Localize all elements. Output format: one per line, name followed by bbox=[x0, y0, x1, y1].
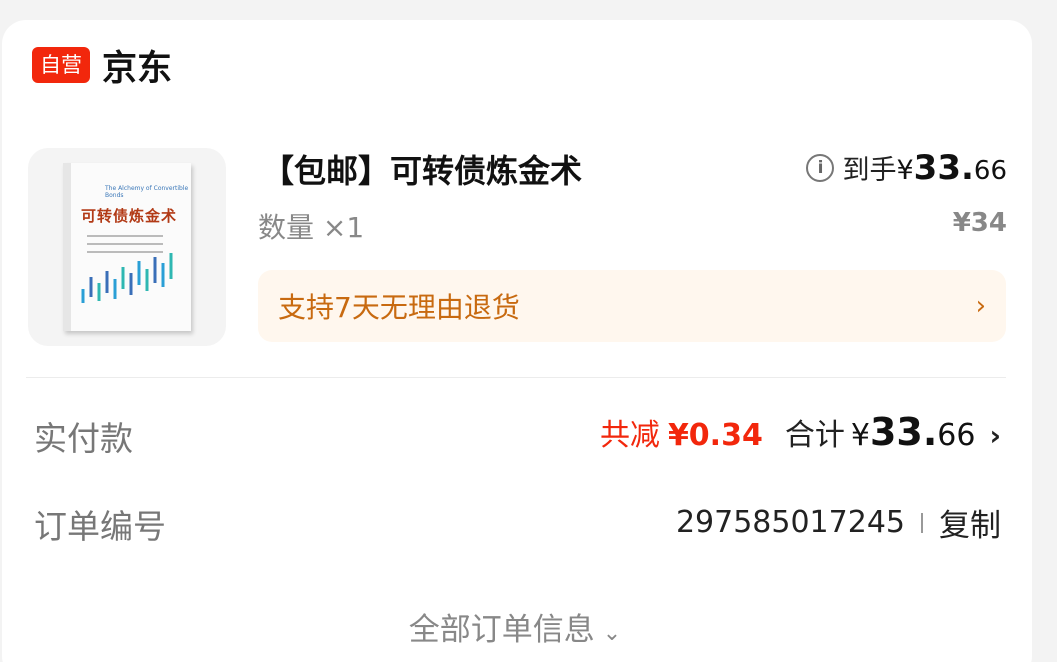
currency-symbol: ¥ bbox=[850, 418, 870, 453]
final-price-label: 到手 bbox=[842, 155, 897, 186]
chevron-down-icon: ⌄ bbox=[602, 621, 622, 646]
order-number: 297585017245 bbox=[675, 505, 905, 540]
cover-subtitle: The Alchemy of Convertible Bonds bbox=[105, 185, 189, 199]
final-price[interactable]: i 到手 ¥ 33. 66 bbox=[806, 148, 1007, 188]
total-decimal: 66 bbox=[937, 418, 976, 453]
quantity: 数量 ×1 bbox=[258, 211, 365, 244]
divider bbox=[26, 377, 1006, 378]
discount-value: ¥0.34 bbox=[667, 418, 763, 453]
total-label: 合计 bbox=[784, 418, 845, 453]
payment-summary[interactable]: 共减 ¥0.34 合计 ¥ 33. 66 › bbox=[600, 410, 1001, 454]
chevron-right-icon: › bbox=[989, 419, 1001, 452]
total-integer: 33. bbox=[869, 410, 938, 454]
return-policy-text: 支持7天无理由退货 bbox=[278, 291, 520, 324]
final-price-integer: 33. bbox=[913, 148, 974, 188]
shop-header[interactable]: 自营 京东 bbox=[32, 46, 172, 89]
copy-button[interactable]: 复制 bbox=[939, 500, 1001, 545]
cover-title: 可转债炼金术 bbox=[81, 207, 178, 225]
self-operated-badge: 自营 bbox=[32, 47, 90, 83]
payment-label: 实付款 bbox=[34, 419, 133, 458]
product-thumbnail[interactable]: The Alchemy of Convertible Bonds 可转债炼金术 bbox=[28, 148, 226, 346]
separator bbox=[921, 512, 923, 533]
book-cover-image: The Alchemy of Convertible Bonds 可转债炼金术 bbox=[63, 163, 191, 331]
currency-symbol: ¥ bbox=[896, 155, 914, 186]
final-price-decimal: 66 bbox=[973, 156, 1007, 186]
order-number-row: 297585017245 复制 bbox=[676, 500, 1001, 545]
original-price: ¥34 bbox=[952, 208, 1007, 238]
return-policy-bar[interactable]: 支持7天无理由退货 › bbox=[258, 270, 1006, 342]
shop-name[interactable]: 京东 bbox=[102, 40, 172, 91]
all-order-info-button[interactable]: 全部订单信息 ⌄ bbox=[0, 604, 1030, 649]
product-title[interactable]: 【包邮】可转债炼金术 bbox=[262, 146, 582, 192]
order-number-label: 订单编号 bbox=[34, 507, 166, 546]
all-order-info-label: 全部订单信息 bbox=[408, 612, 595, 648]
chart-decoration-icon bbox=[81, 253, 173, 303]
info-icon[interactable]: i bbox=[806, 154, 835, 182]
chevron-right-icon: › bbox=[975, 291, 986, 321]
discount-label: 共减 bbox=[599, 418, 660, 453]
